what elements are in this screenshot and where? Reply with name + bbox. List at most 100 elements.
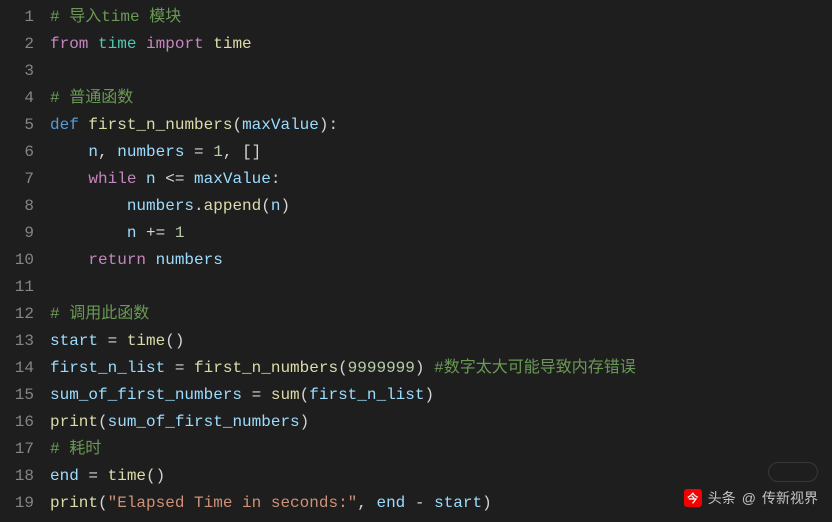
code-line[interactable]: [50, 274, 832, 301]
punct-token: ): [415, 359, 434, 377]
watermark: 今 头条@传新视界: [684, 488, 818, 508]
module-token: time: [98, 35, 136, 53]
comment-token: # 导入time 模块: [50, 8, 181, 26]
variable-token: numbers: [156, 251, 223, 269]
punct-token: (: [232, 116, 242, 134]
variable-token: sum_of_first_numbers: [50, 386, 242, 404]
code-line[interactable]: first_n_list = first_n_numbers(9999999) …: [50, 355, 832, 382]
keyword-token: def: [50, 116, 79, 134]
code-line[interactable]: # 耗时: [50, 436, 832, 463]
watermark-logo-icon: 今: [684, 489, 702, 507]
line-number: 1: [0, 4, 34, 31]
punct-token: (: [300, 386, 310, 404]
keyword-token: return: [88, 251, 146, 269]
code-editor[interactable]: 1 2 3 4 5 6 7 8 9 10 11 12 13 14 15 16 1…: [0, 0, 832, 522]
line-number: 18: [0, 463, 34, 490]
code-line[interactable]: n, numbers = 1, []: [50, 139, 832, 166]
code-line[interactable]: return numbers: [50, 247, 832, 274]
line-number: 13: [0, 328, 34, 355]
variable-token: n: [88, 143, 98, 161]
punct-token: (): [165, 332, 184, 350]
variable-token: maxValue: [194, 170, 271, 188]
variable-token: sum_of_first_numbers: [108, 413, 300, 431]
punct-token: ): [300, 413, 310, 431]
identifier-token: time: [213, 35, 251, 53]
operator-token: +=: [136, 224, 174, 242]
code-line[interactable]: # 导入time 模块: [50, 4, 832, 31]
code-line[interactable]: print(sum_of_first_numbers): [50, 409, 832, 436]
comment-token: # 调用此函数: [50, 305, 149, 323]
operator-token: =: [242, 386, 271, 404]
code-line[interactable]: start = time(): [50, 328, 832, 355]
watermark-at: @: [742, 490, 756, 506]
function-call-token: time: [108, 467, 146, 485]
watermark-prefix: 头条: [708, 488, 736, 508]
code-line[interactable]: numbers.append(n): [50, 193, 832, 220]
code-line[interactable]: # 调用此函数: [50, 301, 832, 328]
code-line[interactable]: [50, 58, 832, 85]
code-line[interactable]: n += 1: [50, 220, 832, 247]
operator-token: =: [79, 467, 108, 485]
line-number: 9: [0, 220, 34, 247]
punct-token: , []: [223, 143, 261, 161]
variable-token: first_n_list: [50, 359, 165, 377]
operator-token: =: [184, 143, 213, 161]
variable-token: end: [376, 494, 405, 512]
code-line[interactable]: end = time(): [50, 463, 832, 490]
operator-token: <=: [156, 170, 194, 188]
punct-token: (): [146, 467, 165, 485]
comment-token: #数字太大可能导致内存错误: [434, 359, 636, 377]
variable-token: n: [146, 170, 156, 188]
punct-token: (: [338, 359, 348, 377]
line-number: 5: [0, 112, 34, 139]
builtin-token: print: [50, 413, 98, 431]
code-area[interactable]: # 导入time 模块 from time import time # 普通函数…: [50, 4, 832, 522]
punct-token: (: [98, 494, 108, 512]
number-token: 1: [175, 224, 185, 242]
comment-token: # 普通函数: [50, 89, 133, 107]
punct-token: ,: [98, 143, 117, 161]
operator-token: =: [98, 332, 127, 350]
code-line[interactable]: while n <= maxValue:: [50, 166, 832, 193]
method-token: append: [204, 197, 262, 215]
code-line[interactable]: sum_of_first_numbers = sum(first_n_list): [50, 382, 832, 409]
variable-token: start: [434, 494, 482, 512]
line-number: 6: [0, 139, 34, 166]
line-number: 4: [0, 85, 34, 112]
punct-token: (: [98, 413, 108, 431]
line-number: 3: [0, 58, 34, 85]
keyword-token: from: [50, 35, 88, 53]
code-line[interactable]: from time import time: [50, 31, 832, 58]
punct-token: ): [280, 197, 290, 215]
line-number: 19: [0, 490, 34, 517]
variable-token: first_n_list: [309, 386, 424, 404]
line-number: 7: [0, 166, 34, 193]
line-number: 2: [0, 31, 34, 58]
punct-token: (: [261, 197, 271, 215]
operator-token: -: [405, 494, 434, 512]
builtin-token: print: [50, 494, 98, 512]
punct-token: ,: [357, 494, 376, 512]
operator-token: =: [165, 359, 194, 377]
punct-token: ): [482, 494, 492, 512]
variable-token: start: [50, 332, 98, 350]
code-line[interactable]: def first_n_numbers(maxValue):: [50, 112, 832, 139]
code-line[interactable]: # 普通函数: [50, 85, 832, 112]
variable-token: numbers: [117, 143, 184, 161]
keyword-token: while: [88, 170, 136, 188]
punct-token: :: [271, 170, 281, 188]
variable-token: n: [127, 224, 137, 242]
line-number: 15: [0, 382, 34, 409]
line-number: 12: [0, 301, 34, 328]
string-token: "Elapsed Time in seconds:": [108, 494, 358, 512]
variable-token: end: [50, 467, 79, 485]
punct-token: .: [194, 197, 204, 215]
line-number: 8: [0, 193, 34, 220]
function-name-token: first_n_numbers: [88, 116, 232, 134]
number-token: 9999999: [348, 359, 415, 377]
line-number: 17: [0, 436, 34, 463]
line-number: 16: [0, 409, 34, 436]
punct-token: ): [424, 386, 434, 404]
builtin-token: sum: [271, 386, 300, 404]
watermark-badge: [768, 462, 818, 482]
